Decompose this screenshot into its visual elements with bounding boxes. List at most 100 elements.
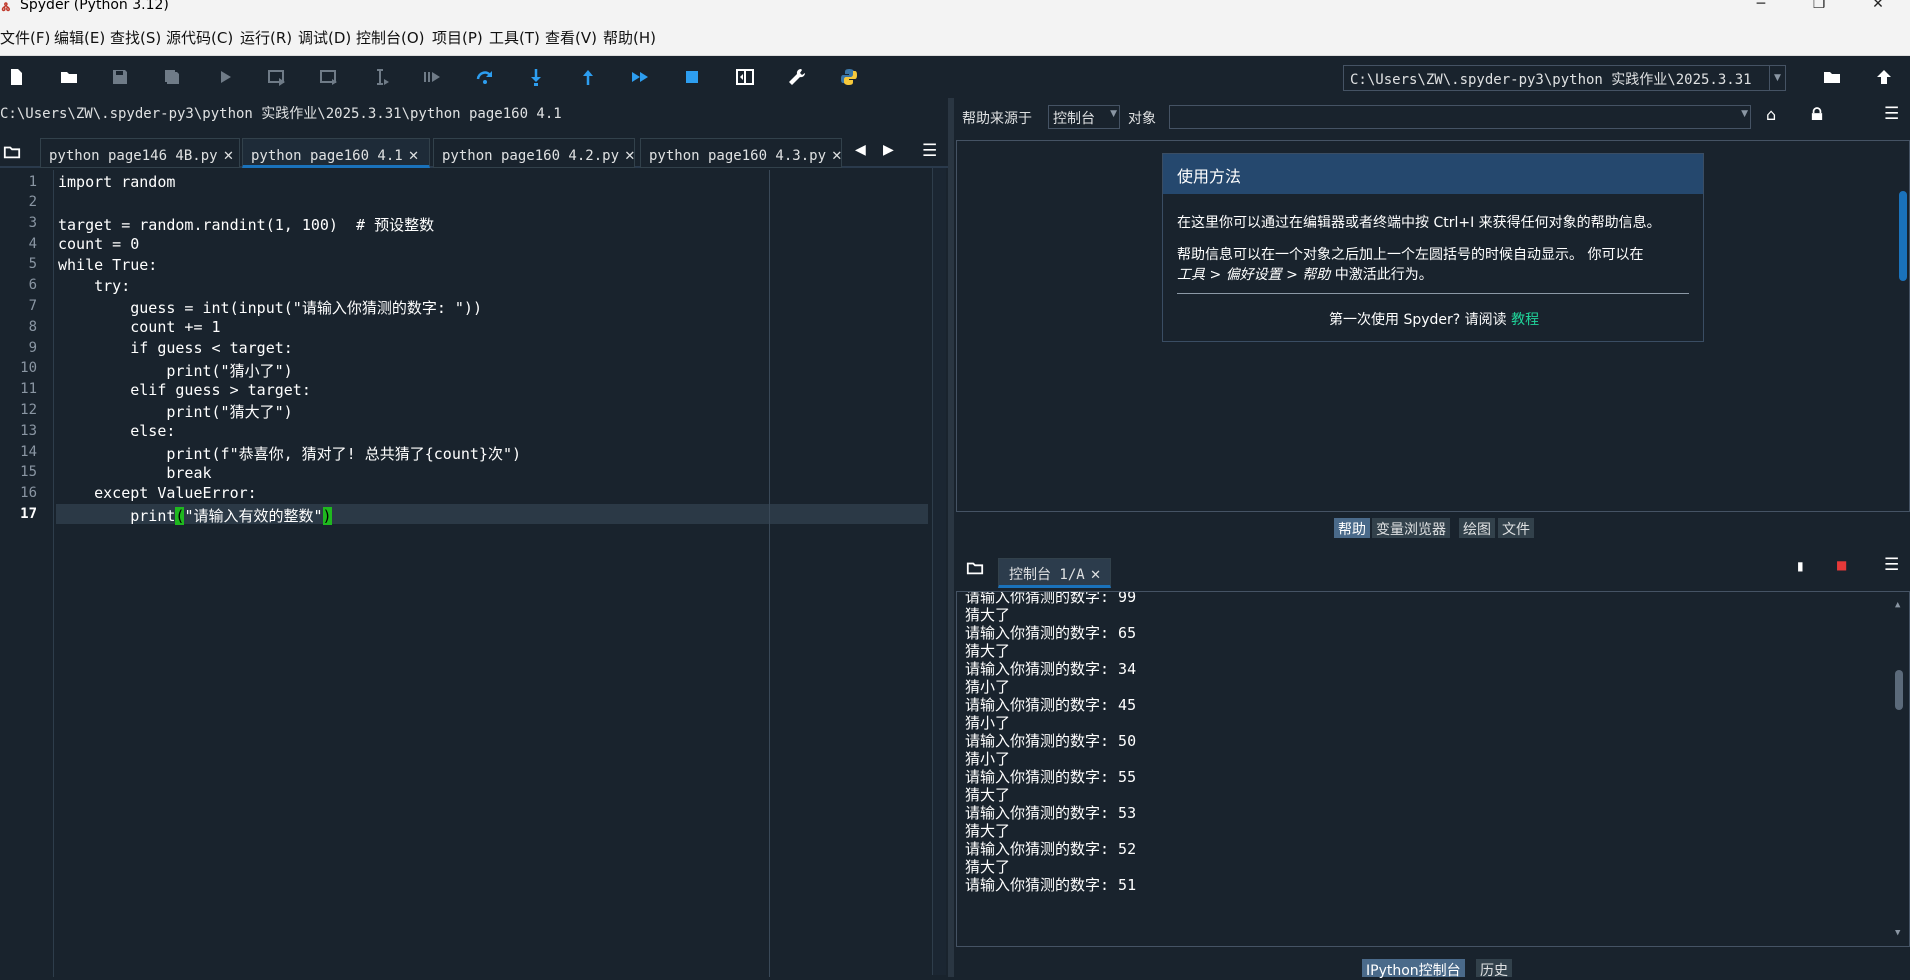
code-text: print: [58, 507, 176, 525]
console-pane: 控制台 1/A ✕ ▮ ■ ☰ 请输入你猜测的数字: 99 猜大了 请输入你猜测的…: [954, 549, 1910, 979]
menu-view[interactable]: 查看(V): [545, 27, 597, 48]
code-editor[interactable]: 1 2 3 4 5 6 7 8 9 10 11 12 13 14 15 16 1…: [0, 170, 944, 977]
help-object-label: 对象: [1128, 111, 1156, 127]
code-line: elif guess > target:: [58, 381, 311, 399]
run-cell-icon[interactable]: [266, 66, 288, 88]
maximize-pane-icon[interactable]: [734, 66, 756, 88]
step-return-icon[interactable]: [577, 66, 599, 88]
parent-directory-icon[interactable]: [1873, 66, 1895, 88]
tab-page160-4-1[interactable]: python page160 4.1 ✕: [242, 138, 430, 168]
working-directory-combo[interactable]: C:\Users\ZW\.spyder-py3\python 实践作业\2025…: [1343, 65, 1786, 91]
code-line: count += 1: [58, 318, 221, 336]
restore-icon[interactable]: ❐: [1796, 0, 1842, 18]
usage-card-title: 使用方法: [1163, 154, 1703, 194]
tab-help[interactable]: 帮助: [1334, 518, 1370, 538]
close-icon[interactable]: ✕: [1855, 0, 1901, 18]
preferences-wrench-icon[interactable]: [786, 66, 808, 88]
chevron-down-icon: ▼: [1110, 109, 1117, 119]
line-number: 2: [28, 194, 37, 210]
console-output[interactable]: 请输入你猜测的数字: 99 猜大了 请输入你猜测的数字: 65 猜大了 请输入你…: [956, 591, 1910, 947]
step-into-icon[interactable]: [525, 66, 547, 88]
tab-ipython-console[interactable]: IPython控制台: [1362, 959, 1465, 979]
close-icon[interactable]: ✕: [625, 145, 635, 164]
line-number: 1: [28, 174, 37, 190]
options-menu-icon[interactable]: ☰: [1884, 555, 1899, 575]
lock-icon[interactable]: [1811, 107, 1823, 125]
debug-icon[interactable]: [421, 66, 443, 88]
close-icon[interactable]: ✕: [832, 145, 842, 164]
tab-plots[interactable]: 绘图: [1459, 518, 1495, 538]
code-line: try:: [58, 277, 131, 295]
code-line: except ValueError:: [58, 484, 257, 502]
tab-page160-4-3[interactable]: python page160 4.3.py ✕: [640, 138, 842, 168]
help-object-input[interactable]: ▼: [1169, 105, 1751, 129]
menu-source[interactable]: 源代码(C): [166, 27, 233, 48]
run-selection-icon[interactable]: [370, 66, 392, 88]
save-icon[interactable]: [109, 66, 131, 88]
line-number: 10: [20, 360, 37, 376]
continue-icon[interactable]: [629, 66, 651, 88]
tutorial-link[interactable]: 教程: [1511, 312, 1539, 328]
home-icon[interactable]: ⌂: [1766, 105, 1776, 124]
help-scrollbar[interactable]: [1897, 191, 1909, 291]
tab-scroll-left-icon[interactable]: ◀: [855, 142, 866, 158]
tab-files[interactable]: 文件: [1498, 518, 1534, 538]
clear-console-icon[interactable]: ▮: [1797, 559, 1804, 573]
browse-tabs-icon[interactable]: [966, 559, 984, 581]
code-line-current: print("请输入有效的整数"): [58, 505, 332, 526]
matched-bracket: ): [322, 507, 332, 525]
browse-tabs-icon[interactable]: [3, 143, 23, 163]
browse-folder-icon[interactable]: [1821, 66, 1843, 88]
code-line: break: [58, 464, 212, 482]
menu-search[interactable]: 查找(S): [110, 27, 161, 48]
tab-variable-explorer[interactable]: 变量浏览器: [1372, 518, 1450, 538]
new-file-icon[interactable]: [5, 66, 27, 88]
code-line: print("猜大了"): [58, 403, 293, 421]
close-icon[interactable]: ✕: [1091, 564, 1101, 583]
editor-scrollbar[interactable]: [932, 168, 946, 975]
working-directory-value: C:\Users\ZW\.spyder-py3\python 实践作业\2025…: [1350, 72, 1752, 88]
options-menu-icon[interactable]: ☰: [1884, 104, 1899, 124]
divider: [1177, 293, 1689, 294]
run-icon[interactable]: [214, 66, 236, 88]
menu-run[interactable]: 运行(R): [240, 27, 292, 48]
edge-line-marker: [769, 170, 770, 977]
line-number: 11: [20, 381, 37, 397]
tab-page160-4-2[interactable]: python page160 4.2.py ✕: [433, 138, 635, 168]
stop-kernel-icon[interactable]: ■: [1836, 558, 1847, 572]
line-number: 15: [20, 464, 37, 480]
menu-debug[interactable]: 调试(D): [298, 27, 351, 48]
tab-scroll-right-icon[interactable]: ▶: [883, 142, 894, 158]
menu-edit[interactable]: 编辑(E): [54, 27, 105, 48]
options-menu-icon[interactable]: ☰: [922, 141, 937, 161]
console-tab-label: 控制台 1/A: [1009, 567, 1085, 583]
close-icon[interactable]: ✕: [409, 145, 419, 164]
tab-console-1a[interactable]: 控制台 1/A ✕: [998, 558, 1112, 588]
menu-file[interactable]: 文件(F): [0, 27, 50, 48]
line-number: 4: [28, 236, 37, 252]
python-path-icon[interactable]: [838, 66, 860, 88]
run-cell-advance-icon[interactable]: [318, 66, 340, 88]
usage-paragraph-2c: 中激活此行为。: [1330, 267, 1433, 283]
step-over-icon[interactable]: [474, 66, 496, 88]
window-title-bar: Ꮬ Spyder (Python 3.12) ─ ❐ ✕: [0, 0, 1910, 18]
menu-consoles[interactable]: 控制台(O): [356, 27, 425, 48]
minimize-icon[interactable]: ─: [1738, 0, 1784, 18]
console-scrollbar[interactable]: ▲ ▼: [1893, 600, 1905, 940]
code-line: target = random.randint(1, 100) # 预设整数: [58, 216, 435, 234]
tab-label: python page146 4B.py: [49, 148, 218, 164]
open-file-icon[interactable]: [58, 66, 80, 88]
code-line: print("猜小了"): [58, 362, 293, 380]
tab-page146-4b[interactable]: python page146 4B.py ✕: [40, 138, 240, 168]
stop-debug-icon[interactable]: [681, 66, 703, 88]
help-source-combo[interactable]: 控制台 ▼: [1048, 105, 1120, 129]
menu-help[interactable]: 帮助(H): [603, 27, 656, 48]
preferences-path: 工具 > 偏好设置 > 帮助: [1177, 267, 1331, 283]
menu-tools[interactable]: 工具(T): [489, 27, 540, 48]
usage-paragraph-2a: 帮助信息可以在一个对象之后加上一个左圆括号的时候自动显示。 你可以在: [1177, 247, 1644, 263]
tab-history[interactable]: 历史: [1476, 959, 1512, 979]
chevron-down-icon[interactable]: ▼: [1769, 66, 1785, 90]
close-icon[interactable]: ✕: [224, 145, 234, 164]
menu-projects[interactable]: 项目(P): [432, 27, 483, 48]
save-all-icon[interactable]: [161, 66, 183, 88]
